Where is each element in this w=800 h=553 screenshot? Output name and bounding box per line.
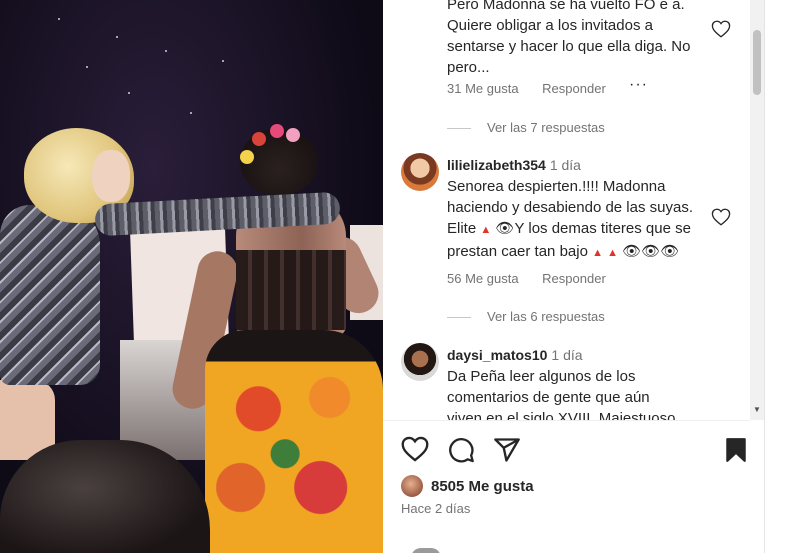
like-comment-heart-icon[interactable] (711, 20, 731, 38)
stage-light (128, 92, 130, 94)
comment-line-text: Elite (447, 220, 477, 237)
stage-light (165, 50, 167, 52)
likes-count[interactable]: 8505 Me gusta (431, 478, 534, 495)
scrollbar-thumb[interactable] (753, 30, 761, 95)
liker-avatar (401, 475, 423, 497)
comment-likes[interactable]: 56 Me gusta (447, 271, 519, 286)
likes-row[interactable]: 8505 Me gusta (401, 474, 534, 498)
stage-light (190, 112, 192, 114)
avatar (411, 548, 441, 553)
comment-line: Elite ▲ 👁Y los demas titeres que se (447, 218, 693, 241)
eye-emoji: 👁 (660, 243, 680, 260)
post-timestamp: Hace 2 días (401, 501, 471, 516)
comment-line: prestan caer tan bajo ▲ ▲ 👁👁👁 (447, 241, 693, 264)
divider (383, 420, 750, 421)
more-options-icon[interactable]: ··· (629, 76, 648, 94)
username-link[interactable]: lilielizabeth354 (447, 157, 546, 173)
username-link[interactable]: daysi_matos10 (447, 347, 547, 363)
comment-icon[interactable] (447, 436, 475, 464)
avatar[interactable] (401, 153, 439, 191)
hair-flower (270, 124, 284, 138)
hair-flower (252, 132, 266, 146)
eye-emoji: 👁 (641, 243, 661, 260)
comment-line: pero... (447, 59, 490, 76)
comment-line: Senorea despierten.!!!! Madonna (447, 178, 666, 195)
comment-text: Pero Madonna se ha vuelto FO e a. Quiere… (447, 0, 690, 78)
comments-scrollbar[interactable]: ▼ (750, 0, 764, 420)
comment-line: viven en el siglo XVIII. Majestuoso (447, 410, 676, 420)
red-triangle-emoji: ▲ (480, 224, 492, 236)
comment-line-text: prestan caer tan bajo (447, 243, 588, 260)
share-icon[interactable] (493, 436, 521, 464)
stage-light (116, 36, 118, 38)
eye-emoji: 👁 (622, 243, 642, 260)
eye-emoji: 👁 (495, 220, 515, 237)
comment-line: haciendo y desabiendo de las suyas. (447, 199, 694, 216)
comment-likes[interactable]: 31 Me gusta (447, 81, 519, 96)
comment-line: Pero Madonna se ha vuelto FO e a. (447, 0, 685, 13)
comment-text: Da Peña leer algunos de los comentarios … (447, 366, 675, 420)
comment-line: Da Peña leer algunos de los (447, 368, 636, 385)
heart-icon[interactable] (401, 436, 429, 462)
guest-floral-skirt (205, 330, 383, 553)
performer-face (92, 150, 130, 202)
guest-corset (236, 250, 346, 330)
view-replies-label: Ver las 6 respuestas (487, 309, 605, 324)
stage-light (222, 60, 224, 62)
bookmark-icon[interactable] (723, 436, 749, 464)
reply-button[interactable]: Responder (542, 271, 606, 286)
hair-flower (286, 128, 300, 142)
scroll-down-arrow-icon[interactable]: ▼ (753, 405, 761, 415)
avatar[interactable] (401, 343, 439, 381)
red-triangle-emoji: ▲ (592, 247, 603, 259)
like-comment-heart-icon[interactable] (711, 208, 731, 226)
post-side-panel: Pero Madonna se ha vuelto FO e a. Quiere… (383, 0, 764, 553)
comment-meta: 31 Me gusta Responder (447, 81, 626, 96)
comment-text: Senorea despierten.!!!! Madonna haciendo… (447, 176, 693, 264)
page-gutter (764, 0, 800, 553)
comment-meta: 56 Me gusta Responder (447, 271, 626, 286)
stage-light (86, 66, 88, 68)
comment-line: sentarse y hacer lo que ella diga. No (447, 38, 691, 55)
comment-age: 1 día (549, 157, 581, 173)
stage-light (58, 18, 60, 20)
replies-line (447, 317, 471, 319)
view-replies-button[interactable]: Ver las 6 respuestas (447, 309, 605, 324)
comment-age: 1 día (551, 347, 583, 363)
performer-sequin-outfit (0, 205, 100, 385)
comment-header: lilielizabeth354 1 día (447, 157, 581, 173)
view-replies-label: Ver las 7 respuestas (487, 120, 605, 135)
replies-line (447, 128, 471, 130)
reply-button[interactable]: Responder (542, 81, 606, 96)
red-triangle-emoji: ▲ (607, 247, 619, 259)
comment-line: Quiere obligar a los invitados a (447, 17, 653, 34)
comment-line-text: Y los demas titeres que se (514, 220, 691, 237)
view-replies-button[interactable]: Ver las 7 respuestas (447, 120, 605, 135)
post-actions (401, 436, 746, 466)
hair-flower (240, 150, 254, 164)
comment-line: comentarios de gente que aún (447, 389, 650, 406)
comment-header: daysi_matos10 1 día (447, 347, 583, 363)
post-photo[interactable] (0, 0, 383, 553)
comments-list[interactable]: Pero Madonna se ha vuelto FO e a. Quiere… (383, 0, 750, 420)
